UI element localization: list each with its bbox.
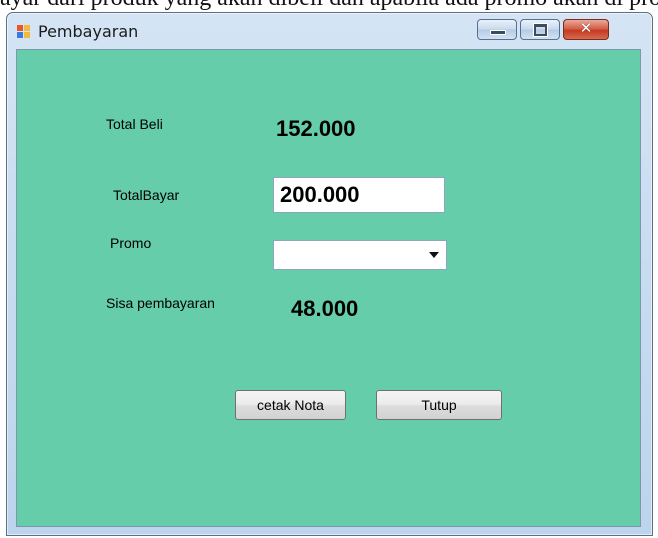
window-title: Pembayaran [38,22,139,41]
sisa-pembayaran-label: Sisa pembayaran [106,295,215,311]
total-bayar-label: TotalBayar [113,187,180,203]
close-icon: ✕ [579,19,593,37]
sisa-pembayaran-value: 48.000 [291,296,359,321]
promo-dropdown[interactable] [273,240,447,270]
minimize-icon [490,30,506,35]
title-bar[interactable]: Pembayaran ✕ [7,13,652,49]
total-beli-value: 152.000 [276,116,356,141]
form-client-area: Total Beli 152.000 TotalBayar 200.000 Pr… [16,49,641,527]
total-bayar-input[interactable]: 200.000 [273,177,445,213]
maximize-icon [533,23,548,37]
pembayaran-window: Pembayaran ✕ Total Beli 152.000 TotalBay… [6,12,653,536]
total-beli-label: Total Beli [106,116,163,132]
close-button[interactable]: ✕ [563,19,609,40]
form-app-icon [17,25,30,38]
maximize-button[interactable] [520,19,560,40]
promo-label: Promo [110,235,152,251]
tutup-button[interactable]: Tutup [376,390,502,420]
cetak-nota-button[interactable]: cetak Nota [235,390,346,420]
chevron-down-icon[interactable] [429,252,439,258]
minimize-button[interactable] [477,19,517,40]
background-document-text: ayar dari produk yang akan dibeli dan ap… [0,0,658,10]
